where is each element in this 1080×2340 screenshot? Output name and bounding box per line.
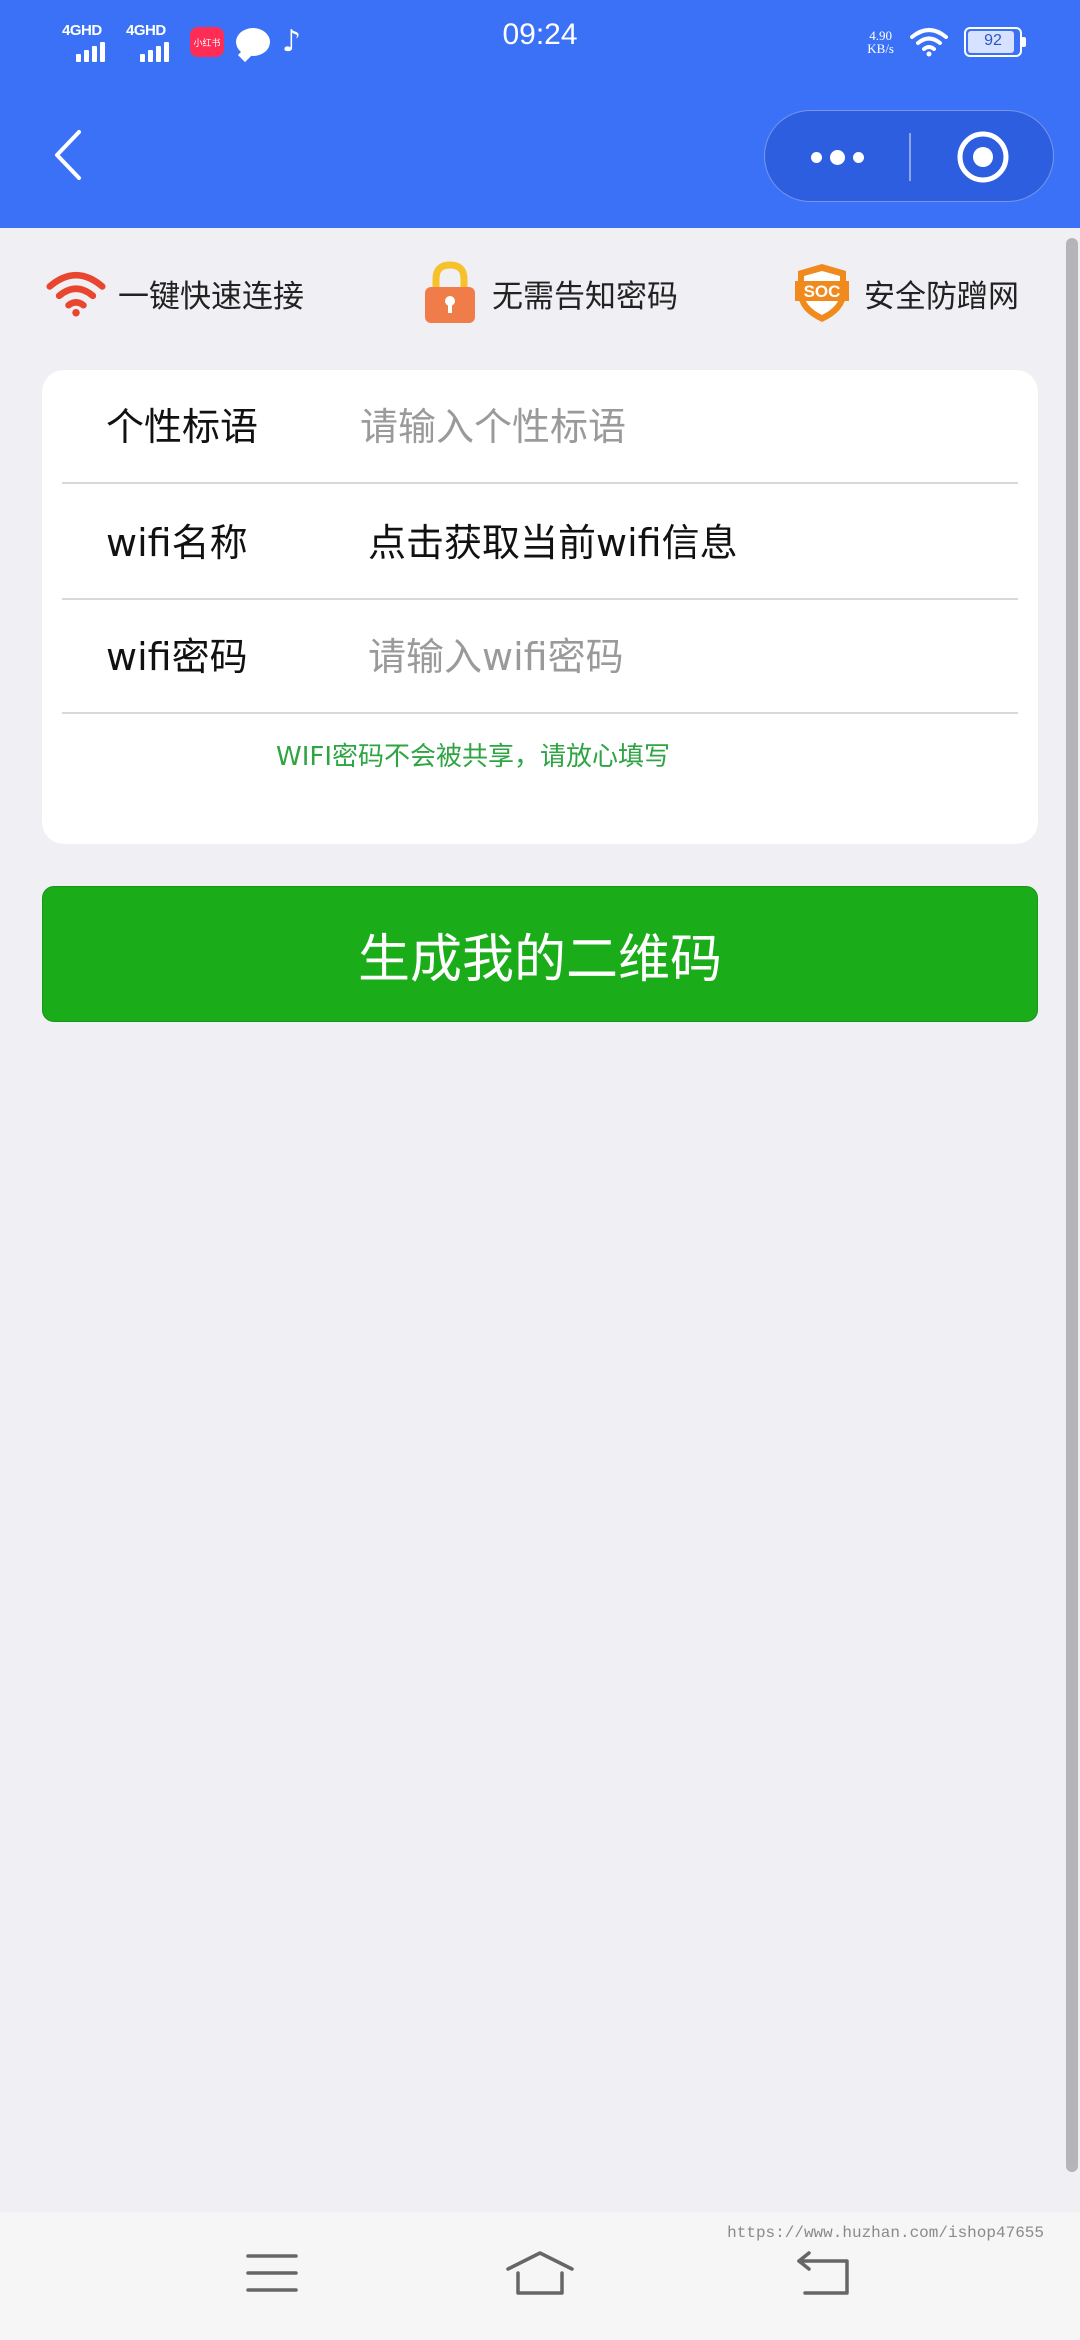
page: 4GHD 4GHD 小红书 ♪ 09:24 4.90 KB/s 92 一键快速连… xyxy=(0,0,1080,2340)
feature-anti-leech: SOC 安全防蹭网 xyxy=(792,252,1019,334)
feature-label: 安全防蹭网 xyxy=(864,278,1019,315)
menu-button[interactable] xyxy=(234,2238,310,2308)
slogan-input[interactable] xyxy=(360,405,960,449)
header: 4GHD 4GHD 小红书 ♪ 09:24 4.90 KB/s 92 xyxy=(0,0,1080,228)
more-dots-icon xyxy=(810,151,822,163)
wifi-password-input[interactable] xyxy=(368,635,968,679)
wifi-password-input-wrap xyxy=(368,600,968,714)
wifi-password-label: wifi密码 xyxy=(106,635,248,679)
nav-bar xyxy=(0,100,1080,210)
wifi-name-row[interactable]: wifi名称 点击获取当前wifi信息 xyxy=(62,486,1018,600)
battery-icon: 92 xyxy=(964,27,1026,57)
svg-text:SOC: SOC xyxy=(804,282,841,301)
speed-unit: KB/s xyxy=(867,41,894,56)
wifi-name-value[interactable]: 点击获取当前wifi信息 xyxy=(368,486,738,600)
feature-label: 一键快速连接 xyxy=(118,278,304,315)
lock-icon xyxy=(420,261,480,323)
return-button[interactable] xyxy=(786,2238,862,2308)
chevron-left-icon xyxy=(55,130,81,180)
status-bar: 4GHD 4GHD 小红书 ♪ 09:24 4.90 KB/s 92 xyxy=(0,0,1080,80)
battery-percent: 92 xyxy=(984,32,1002,49)
wifi-icon xyxy=(46,263,106,323)
features-row: 一键快速连接 无需告知密码 SOC 安全防蹭网 xyxy=(0,252,1070,334)
home-icon xyxy=(506,2251,574,2295)
wifi-status-icon xyxy=(910,28,948,57)
target-circle-icon xyxy=(957,131,1009,183)
soc-shield-icon: SOC xyxy=(792,263,852,323)
watermark: https://www.huzhan.com/ishop47655 xyxy=(727,2224,1044,2242)
wifi-name-label: wifi名称 xyxy=(106,521,248,565)
feature-quick-connect: 一键快速连接 xyxy=(46,252,304,334)
system-nav-bar: https://www.huzhan.com/ishop47655 xyxy=(0,2212,1080,2340)
wifi-form-card: 个性标语 wifi名称 点击获取当前wifi信息 wifi密码 WIFI密码不会… xyxy=(42,370,1038,844)
feature-no-password: 无需告知密码 xyxy=(420,252,678,334)
menu-icon xyxy=(246,2254,298,2292)
generate-qrcode-button[interactable]: 生成我的二维码 xyxy=(42,886,1038,1022)
password-hint: WIFI密码不会被共享，请放心填写 xyxy=(276,742,670,772)
status-right: 4.90 KB/s 92 xyxy=(867,22,1026,62)
slogan-input-wrap xyxy=(360,370,960,484)
wifi-password-row: wifi密码 xyxy=(62,600,1018,714)
more-button[interactable] xyxy=(765,111,909,203)
slogan-row: 个性标语 xyxy=(62,370,1018,484)
network-speed: 4.90 KB/s xyxy=(867,29,894,55)
return-icon xyxy=(797,2251,849,2295)
scrollbar[interactable] xyxy=(1066,238,1078,2172)
mini-program-capsule xyxy=(764,110,1054,202)
home-button[interactable] xyxy=(502,2238,578,2308)
slogan-label: 个性标语 xyxy=(106,405,259,449)
close-mini-program-button[interactable] xyxy=(911,111,1055,203)
feature-label: 无需告知密码 xyxy=(492,278,678,315)
back-button[interactable] xyxy=(40,122,96,188)
